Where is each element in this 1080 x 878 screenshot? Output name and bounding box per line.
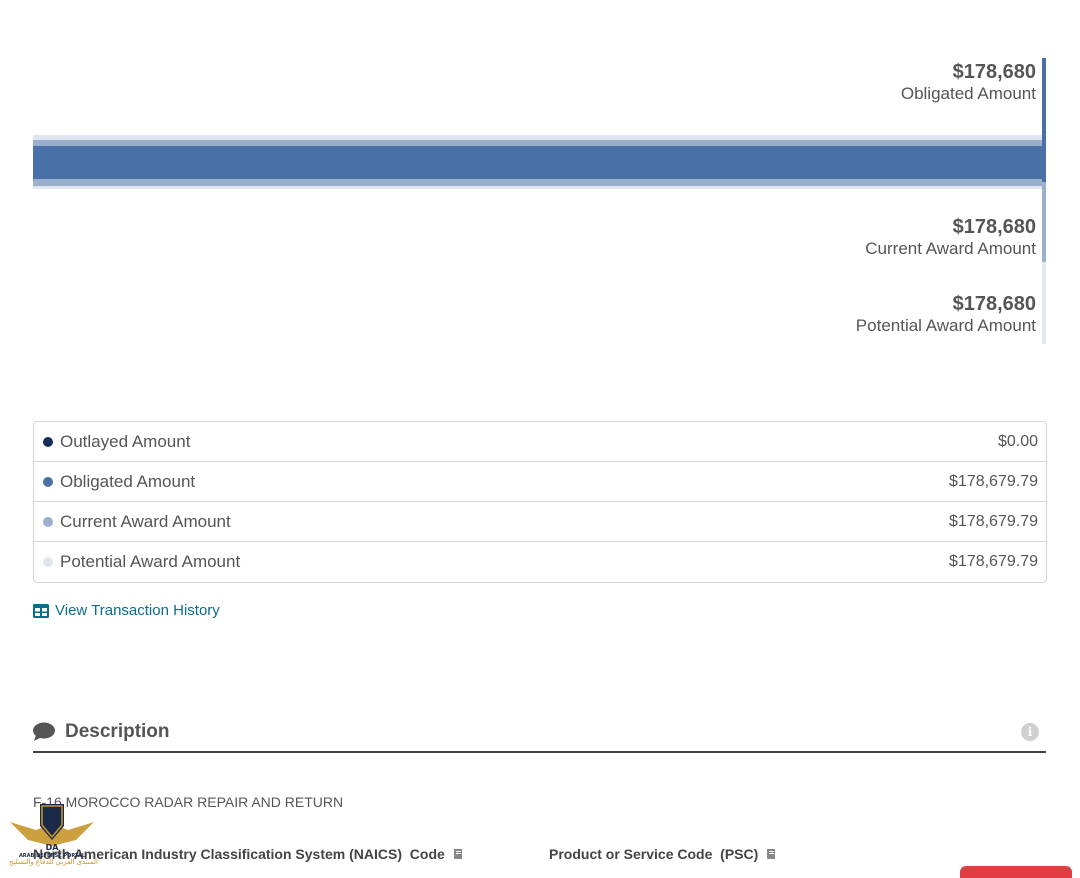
legend-value: $178,679.79 bbox=[949, 472, 1038, 490]
description-title: Description bbox=[65, 721, 170, 742]
legend-dot-outlayed bbox=[43, 436, 53, 447]
legend-value: $178,679.79 bbox=[949, 512, 1038, 530]
view-transaction-history-link[interactable]: View Transaction History bbox=[33, 602, 220, 619]
legend-dot-current bbox=[43, 516, 53, 527]
description-section-header: Description i bbox=[33, 713, 1046, 753]
legend-dot-potential bbox=[43, 557, 53, 567]
book-icon[interactable] bbox=[452, 848, 464, 860]
legend-row-current: Current Award Amount $178,679.79 bbox=[34, 502, 1046, 542]
comment-icon bbox=[33, 722, 55, 741]
book-icon[interactable] bbox=[765, 848, 777, 860]
potential-amount-label: $178,680 Potential Award Amount bbox=[856, 292, 1036, 336]
obligated-marker-line bbox=[1042, 58, 1046, 182]
potential-marker-line bbox=[1042, 262, 1046, 344]
table-icon bbox=[33, 603, 49, 618]
watermark-brand: DA bbox=[46, 843, 60, 852]
legend-label: Outlayed Amount bbox=[60, 431, 191, 451]
obligated-amount-caption: Obligated Amount bbox=[900, 84, 1036, 103]
current-amount-value: $178,680 bbox=[952, 216, 1036, 238]
obligated-amount-bar bbox=[33, 146, 1042, 179]
legend-value: $178,679.79 bbox=[949, 553, 1038, 570]
amounts-legend-table: Outlayed Amount $0.00 Obligated Amount $… bbox=[33, 421, 1047, 583]
obligated-amount-value: $178,680 bbox=[952, 61, 1036, 83]
legend-row-obligated: Obligated Amount $178,679.79 bbox=[34, 462, 1046, 502]
legend-row-potential: Potential Award Amount $178,679.79 bbox=[34, 542, 1046, 582]
obligated-amount-label: $178,680 Obligated Amount bbox=[901, 60, 1036, 104]
legend-label: Current Award Amount bbox=[60, 511, 231, 531]
potential-amount-value: $178,680 bbox=[952, 293, 1036, 315]
psc-code-heading: Product or Service Code (PSC) bbox=[549, 846, 777, 862]
legend-label: Obligated Amount bbox=[60, 471, 196, 491]
psc-heading-label: Product or Service Code (PSC) bbox=[549, 846, 759, 862]
award-amounts-chart: $178,680 Obligated Amount $178,680 Curre… bbox=[0, 0, 1080, 360]
info-icon[interactable]: i bbox=[1021, 723, 1039, 741]
watermark-tagline: المنتدى العربي للدفاع والتسليح bbox=[9, 859, 98, 866]
current-marker-line bbox=[1042, 182, 1046, 262]
legend-value: $0.00 bbox=[997, 432, 1038, 450]
legend-label: Potential Award Amount bbox=[60, 552, 241, 571]
current-amount-label: $178,680 Current Award Amount bbox=[865, 215, 1036, 259]
legend-dot-obligated bbox=[43, 476, 53, 487]
feedback-tab[interactable] bbox=[960, 866, 1072, 878]
view-transaction-history-label: View Transaction History bbox=[55, 602, 220, 619]
potential-amount-caption: Potential Award Amount bbox=[855, 316, 1036, 335]
current-amount-caption: Current Award Amount bbox=[865, 239, 1036, 258]
legend-row-outlayed: Outlayed Amount $0.00 bbox=[34, 422, 1046, 462]
